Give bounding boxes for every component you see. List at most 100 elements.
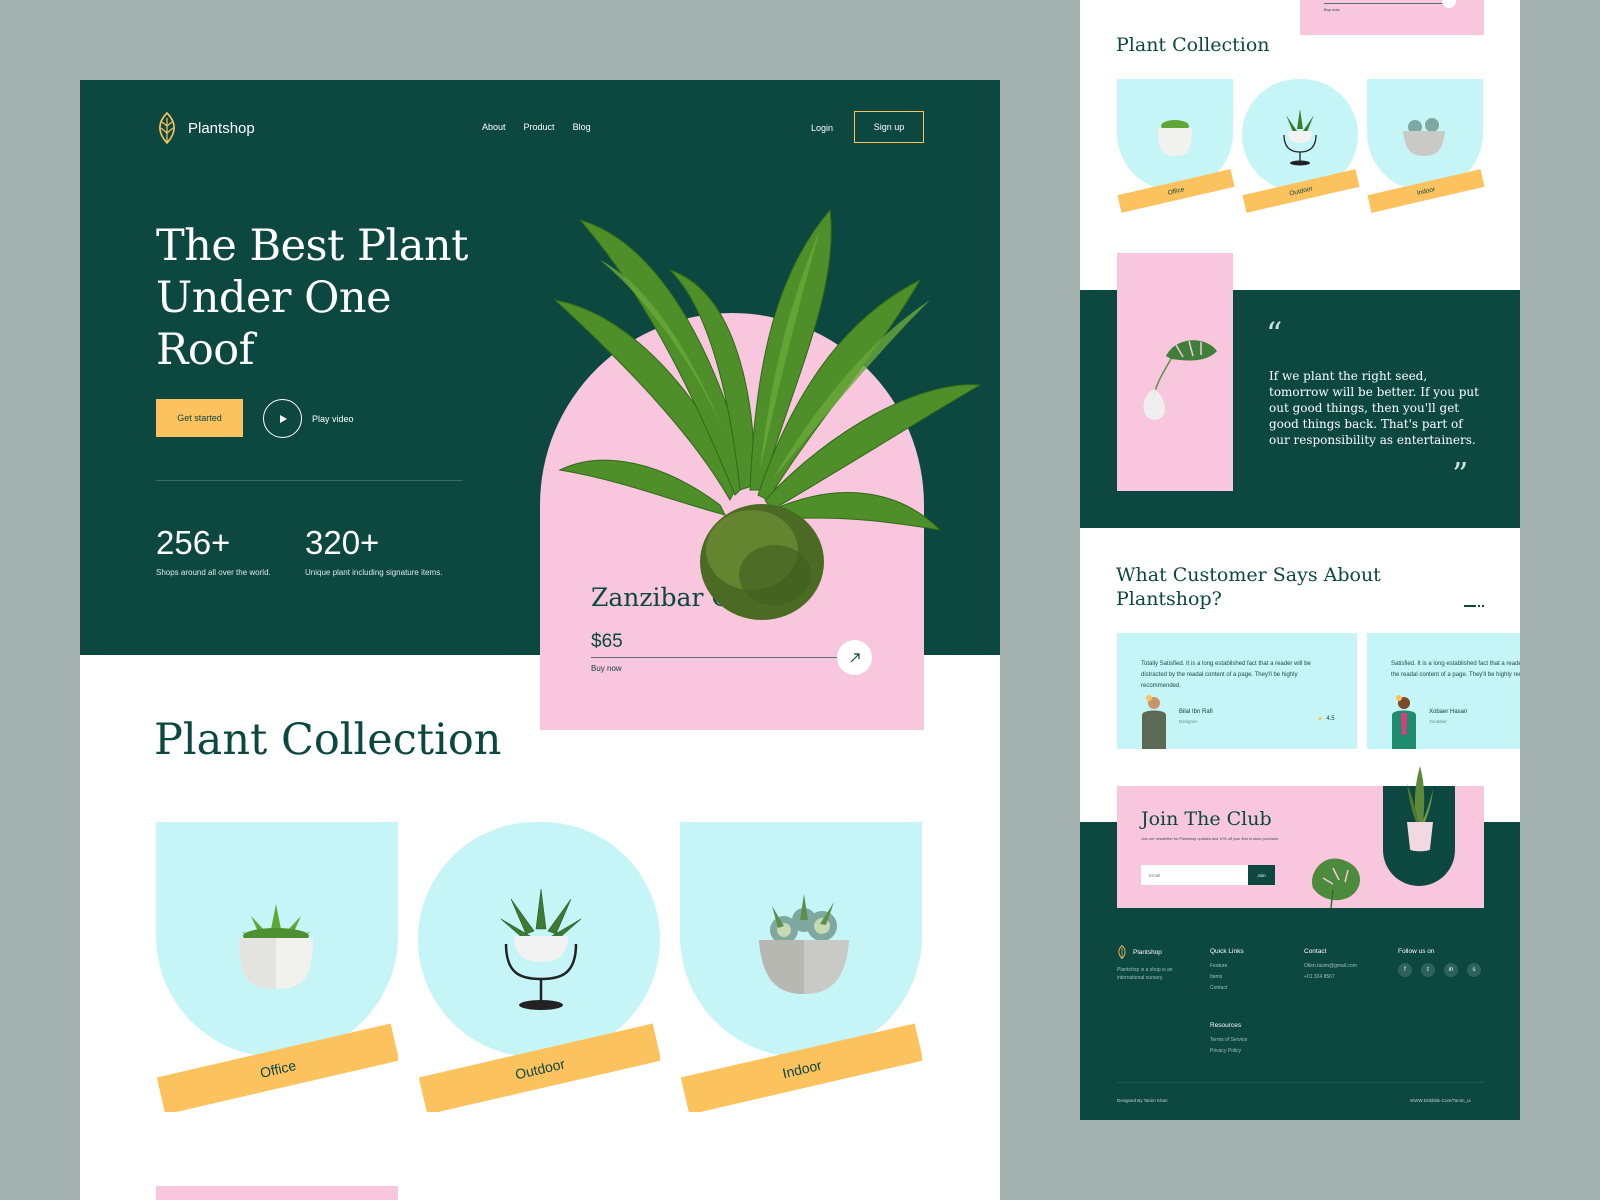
hero-title: The Best Plant Under One Roof bbox=[156, 220, 468, 376]
resources-title: Resources bbox=[1210, 1022, 1242, 1029]
footer-link-terms[interactable]: Terms of Service bbox=[1210, 1035, 1247, 1046]
avatar bbox=[1392, 695, 1416, 749]
testimonial-text: Satisfied. It is a long established fact… bbox=[1391, 661, 1520, 678]
testimonial-card: Totally Satisfied. It is a long establis… bbox=[1117, 633, 1357, 749]
side-card-office[interactable]: Office bbox=[1117, 79, 1235, 219]
twitter-icon[interactable]: t bbox=[1421, 963, 1435, 977]
hero-title-line-2: Under One bbox=[156, 273, 392, 323]
email-input[interactable] bbox=[1141, 865, 1249, 885]
leaf-logo-icon bbox=[1118, 945, 1126, 959]
nav-blog[interactable]: Blog bbox=[573, 122, 591, 132]
collection-card-indoor[interactable]: Indoor bbox=[680, 822, 922, 1112]
follow-title: Follow us on bbox=[1398, 948, 1435, 955]
featured-card-fragment: Buy now bbox=[1300, 0, 1484, 35]
get-started-button[interactable]: Get started bbox=[156, 399, 243, 437]
carousel-indicator[interactable] bbox=[1464, 605, 1484, 607]
quote-text: If we plant the right seed, tomorrow wil… bbox=[1269, 369, 1479, 447]
footer-brand-name: Plantshop bbox=[1133, 948, 1162, 956]
footer-site-link[interactable]: WWW.Dribbble.Com/Tanim_ui bbox=[1410, 1098, 1471, 1103]
side-card-outdoor[interactable]: Outdoor bbox=[1242, 79, 1360, 219]
skype-icon[interactable]: s bbox=[1467, 963, 1481, 977]
stat-plants-value: 320+ bbox=[305, 524, 380, 561]
stat-shops-value: 256+ bbox=[156, 524, 231, 561]
collection-card-office[interactable]: Office bbox=[156, 822, 398, 1112]
footer-link-items[interactable]: Items bbox=[1210, 972, 1244, 983]
quote-close-icon: ” bbox=[1452, 455, 1469, 493]
collection-card-outdoor[interactable]: Outdoor bbox=[418, 822, 660, 1112]
footer-link-contact[interactable]: Contact bbox=[1210, 983, 1244, 994]
side-card-indoor[interactable]: Indoor bbox=[1367, 79, 1485, 219]
footer-link-privacy[interactable]: Privacy Policy bbox=[1210, 1046, 1247, 1057]
login-link[interactable]: Login bbox=[811, 123, 833, 133]
play-video-label: Play video bbox=[312, 413, 354, 424]
footer-follow: Follow us on f t in s bbox=[1398, 948, 1481, 977]
contact-phone: +01 324 8567 bbox=[1304, 974, 1335, 980]
brand-logo[interactable]: Plantshop bbox=[156, 112, 255, 144]
quote-image-panel bbox=[1117, 253, 1233, 491]
contact-email[interactable]: Ollen.tasim@gmail.com bbox=[1304, 961, 1357, 972]
reviewer-role: Designer bbox=[1179, 719, 1198, 724]
monstera-leaf-image bbox=[1312, 858, 1361, 908]
indicator-dot bbox=[1478, 605, 1480, 607]
reviewer-name: Bilal Ibn Rafi bbox=[1179, 709, 1213, 715]
price-line bbox=[591, 657, 841, 658]
collection-title: Plant Collection bbox=[154, 715, 502, 765]
hero-divider bbox=[156, 480, 463, 481]
facebook-icon[interactable]: f bbox=[1398, 963, 1412, 977]
brand-name: Plantshop bbox=[188, 119, 255, 137]
footer-about: Plantshop is a shop is an international … bbox=[1117, 967, 1173, 981]
footer-resources: Resources Terms of Service Privacy Polic… bbox=[1210, 1022, 1247, 1057]
arrow-icon bbox=[850, 652, 860, 662]
social-icons: f t in s bbox=[1398, 963, 1481, 977]
buy-now-link[interactable]: Buy now bbox=[591, 664, 622, 673]
snake-plant-image bbox=[1407, 766, 1433, 852]
leaf-logo-icon bbox=[159, 112, 175, 144]
footer-link-feature[interactable]: Feature bbox=[1210, 961, 1244, 972]
testimonial-card: Satisfied. It is a long established fact… bbox=[1367, 633, 1520, 749]
aloe-stand-pot-image bbox=[500, 888, 582, 1010]
star-icon: ★ bbox=[1317, 716, 1324, 723]
stat-plants: 320+ Unique plant including signature it… bbox=[305, 524, 442, 577]
fern-plant-image bbox=[553, 208, 982, 620]
next-section-pink-block bbox=[156, 1186, 398, 1200]
indicator-dot bbox=[1482, 605, 1484, 607]
buy-now-link[interactable]: Buy now bbox=[1324, 7, 1339, 12]
footer-divider bbox=[1117, 1082, 1484, 1083]
stat-shops-caption: Shops around all over the world. bbox=[156, 568, 271, 577]
succulent-concrete-pot-image bbox=[1403, 118, 1445, 156]
side-collection-title: Plant Collection bbox=[1116, 34, 1270, 56]
signup-button[interactable]: Sign up bbox=[854, 111, 924, 143]
quick-links-title: Quick Links bbox=[1210, 948, 1244, 955]
linkedin-icon[interactable]: in bbox=[1444, 963, 1458, 977]
landing-page: Plantshop About Product Blog Login Sign … bbox=[80, 80, 1000, 1200]
page-preview-panel: Buy now Plant Collection Office Outdoor … bbox=[1080, 0, 1520, 1120]
nav-product[interactable]: Product bbox=[524, 122, 555, 132]
nav-about[interactable]: About bbox=[482, 122, 506, 132]
avatar bbox=[1142, 695, 1166, 749]
rating-value: 4.5 bbox=[1326, 716, 1335, 722]
main-nav: About Product Blog bbox=[482, 122, 591, 132]
footer-contact: Contact Ollen.tasim@gmail.com +01 324 85… bbox=[1304, 948, 1357, 983]
footer-credit: Designed By Tanim Khan bbox=[1117, 1098, 1168, 1103]
reviewer-role: Youtuber bbox=[1429, 719, 1447, 724]
price-line bbox=[1324, 3, 1444, 4]
newsletter-text: Join our newsletter for Plantshop update… bbox=[1141, 837, 1280, 841]
hero-title-line-3: Roof bbox=[156, 325, 255, 375]
footer-quick-links: Quick Links Feature Items Contact bbox=[1210, 948, 1244, 994]
play-video-button[interactable]: Play video bbox=[263, 399, 354, 438]
buy-arrow-button[interactable] bbox=[837, 640, 872, 675]
aloe-stand-pot-image bbox=[1283, 109, 1317, 166]
planter-arch bbox=[1383, 766, 1455, 886]
hero-title-line-1: The Best Plant bbox=[156, 221, 468, 271]
stat-plants-caption: Unique plant including signature items. bbox=[305, 568, 443, 577]
join-button[interactable]: Join bbox=[1248, 865, 1275, 885]
succulent-white-pot-image bbox=[239, 904, 313, 989]
succulent-white-pot-image bbox=[1158, 120, 1192, 156]
indicator-active bbox=[1464, 605, 1476, 607]
contact-title: Contact bbox=[1304, 948, 1327, 955]
stat-shops: 256+ Shops around all over the world. bbox=[156, 524, 271, 577]
testimonials-title: What Customer Says About Plantshop? bbox=[1116, 564, 1381, 610]
buy-arrow-button[interactable] bbox=[1442, 0, 1456, 8]
footer-brand[interactable]: Plantshop bbox=[1117, 945, 1162, 959]
newsletter-title: Join The Club bbox=[1141, 808, 1272, 830]
